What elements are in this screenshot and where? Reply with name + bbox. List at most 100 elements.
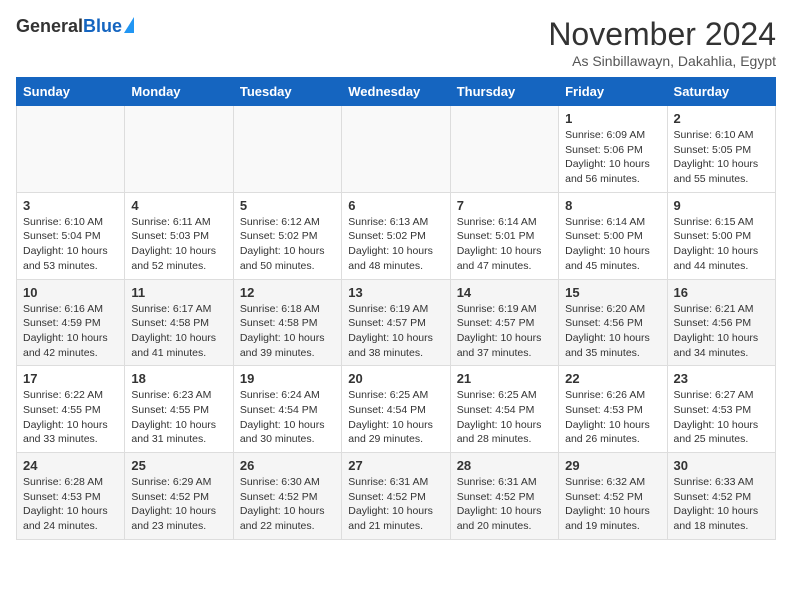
- day-number: 11: [131, 285, 226, 300]
- location-title: As Sinbillawayn, Dakahlia, Egypt: [548, 53, 776, 69]
- calendar-cell: 13Sunrise: 6:19 AMSunset: 4:57 PMDayligh…: [342, 279, 450, 366]
- day-number: 16: [674, 285, 769, 300]
- calendar-cell: 10 Sunrise: 6:16 AMSunset: 4:59 PMDayligh…: [17, 279, 125, 366]
- day-number: 1: [565, 111, 660, 126]
- cell-details: Sunrise: 6:32 AMSunset: 4:52 PMDaylight:…: [565, 475, 660, 534]
- calendar-cell: 9 Sunrise: 6:15 AMSunset: 5:00 PMDaylight…: [667, 192, 775, 279]
- calendar-week-row: 1 Sunrise: 6:09 AMSunset: 5:06 PMDaylight…: [17, 106, 776, 193]
- calendar-cell: 15 Sunrise: 6:20 AMSunset: 4:56 PMDayligh…: [559, 279, 667, 366]
- title-block: November 2024 As Sinbillawayn, Dakahlia,…: [548, 16, 776, 69]
- calendar-cell: 8Sunrise: 6:14 AMSunset: 5:00 PMDaylight…: [559, 192, 667, 279]
- calendar-header-thursday: Thursday: [450, 78, 558, 106]
- calendar-cell: [125, 106, 233, 193]
- day-number: 4: [131, 198, 226, 213]
- page-header: General Blue November 2024 As Sinbillawa…: [16, 16, 776, 69]
- calendar-cell: [17, 106, 125, 193]
- day-number: 2: [674, 111, 769, 126]
- day-number: 20: [348, 371, 443, 386]
- calendar-cell: 28Sunrise: 6:31 AMSunset: 4:52 PMDayligh…: [450, 453, 558, 540]
- calendar-cell: 22 Sunrise: 6:26 AMSunset: 4:53 PMDayligh…: [559, 366, 667, 453]
- cell-details: Sunrise: 6:20 AMSunset: 4:56 PMDaylight:…: [565, 302, 660, 361]
- day-number: 21: [457, 371, 552, 386]
- logo-blue-text: Blue: [83, 16, 122, 37]
- calendar-cell: 16 Sunrise: 6:21 AMSunset: 4:56 PMDayligh…: [667, 279, 775, 366]
- cell-details: Sunrise: 6:31 AMSunset: 4:52 PMDaylight:…: [457, 475, 552, 534]
- calendar-cell: 21Sunrise: 6:25 AMSunset: 4:54 PMDayligh…: [450, 366, 558, 453]
- calendar-header-saturday: Saturday: [667, 78, 775, 106]
- cell-details: Sunrise: 6:15 AMSunset: 5:00 PMDaylight:…: [674, 215, 769, 274]
- calendar-cell: 26Sunrise: 6:30 AMSunset: 4:52 PMDayligh…: [233, 453, 341, 540]
- day-number: 30: [674, 458, 769, 473]
- day-number: 26: [240, 458, 335, 473]
- cell-details: Sunrise: 6:16 AMSunset: 4:59 PMDaylight:…: [23, 302, 118, 361]
- cell-details: Sunrise: 6:31 AMSunset: 4:52 PMDaylight:…: [348, 475, 443, 534]
- calendar-cell: 14Sunrise: 6:19 AMSunset: 4:57 PMDayligh…: [450, 279, 558, 366]
- cell-details: Sunrise: 6:18 AMSunset: 4:58 PMDaylight:…: [240, 302, 335, 361]
- calendar-cell: 3 Sunrise: 6:10 AMSunset: 5:04 PMDaylight…: [17, 192, 125, 279]
- cell-details: Sunrise: 6:12 AMSunset: 5:02 PMDaylight:…: [240, 215, 335, 274]
- logo-triangle-icon: [124, 17, 134, 33]
- day-number: 24: [23, 458, 118, 473]
- cell-details: Sunrise: 6:10 AMSunset: 5:04 PMDaylight:…: [23, 215, 118, 274]
- calendar-cell: 18 Sunrise: 6:23 AMSunset: 4:55 PMDayligh…: [125, 366, 233, 453]
- calendar-cell: 7Sunrise: 6:14 AMSunset: 5:01 PMDaylight…: [450, 192, 558, 279]
- day-number: 18: [131, 371, 226, 386]
- calendar-header-wednesday: Wednesday: [342, 78, 450, 106]
- calendar-cell: 29 Sunrise: 6:32 AMSunset: 4:52 PMDayligh…: [559, 453, 667, 540]
- day-number: 25: [131, 458, 226, 473]
- calendar-week-row: 24 Sunrise: 6:28 AMSunset: 4:53 PMDayligh…: [17, 453, 776, 540]
- cell-details: Sunrise: 6:23 AMSunset: 4:55 PMDaylight:…: [131, 388, 226, 447]
- cell-details: Sunrise: 6:14 AMSunset: 5:01 PMDaylight:…: [457, 215, 552, 274]
- day-number: 3: [23, 198, 118, 213]
- day-number: 9: [674, 198, 769, 213]
- calendar-cell: 1 Sunrise: 6:09 AMSunset: 5:06 PMDaylight…: [559, 106, 667, 193]
- calendar-cell: 4 Sunrise: 6:11 AMSunset: 5:03 PMDaylight…: [125, 192, 233, 279]
- day-number: 12: [240, 285, 335, 300]
- calendar-week-row: 10 Sunrise: 6:16 AMSunset: 4:59 PMDayligh…: [17, 279, 776, 366]
- cell-details: Sunrise: 6:33 AMSunset: 4:52 PMDaylight:…: [674, 475, 769, 534]
- cell-details: Sunrise: 6:22 AMSunset: 4:55 PMDaylight:…: [23, 388, 118, 447]
- calendar-cell: 5Sunrise: 6:12 AMSunset: 5:02 PMDaylight…: [233, 192, 341, 279]
- logo-general-text: General: [16, 16, 83, 37]
- calendar-header-row: SundayMondayTuesdayWednesdayThursdayFrid…: [17, 78, 776, 106]
- cell-details: Sunrise: 6:28 AMSunset: 4:53 PMDaylight:…: [23, 475, 118, 534]
- cell-details: Sunrise: 6:17 AMSunset: 4:58 PMDaylight:…: [131, 302, 226, 361]
- month-title: November 2024: [548, 16, 776, 53]
- cell-details: Sunrise: 6:26 AMSunset: 4:53 PMDaylight:…: [565, 388, 660, 447]
- day-number: 23: [674, 371, 769, 386]
- calendar-cell: 24 Sunrise: 6:28 AMSunset: 4:53 PMDayligh…: [17, 453, 125, 540]
- calendar-week-row: 3 Sunrise: 6:10 AMSunset: 5:04 PMDaylight…: [17, 192, 776, 279]
- cell-details: Sunrise: 6:29 AMSunset: 4:52 PMDaylight:…: [131, 475, 226, 534]
- day-number: 8: [565, 198, 660, 213]
- calendar-cell: 6Sunrise: 6:13 AMSunset: 5:02 PMDaylight…: [342, 192, 450, 279]
- calendar-cell: 11 Sunrise: 6:17 AMSunset: 4:58 PMDayligh…: [125, 279, 233, 366]
- cell-details: Sunrise: 6:24 AMSunset: 4:54 PMDaylight:…: [240, 388, 335, 447]
- calendar-cell: 17Sunrise: 6:22 AMSunset: 4:55 PMDayligh…: [17, 366, 125, 453]
- calendar-header-tuesday: Tuesday: [233, 78, 341, 106]
- cell-details: Sunrise: 6:19 AMSunset: 4:57 PMDaylight:…: [348, 302, 443, 361]
- calendar-week-row: 17Sunrise: 6:22 AMSunset: 4:55 PMDayligh…: [17, 366, 776, 453]
- day-number: 15: [565, 285, 660, 300]
- calendar-header-friday: Friday: [559, 78, 667, 106]
- cell-details: Sunrise: 6:13 AMSunset: 5:02 PMDaylight:…: [348, 215, 443, 274]
- calendar-header-sunday: Sunday: [17, 78, 125, 106]
- calendar-cell: 19Sunrise: 6:24 AMSunset: 4:54 PMDayligh…: [233, 366, 341, 453]
- day-number: 27: [348, 458, 443, 473]
- calendar-cell: [233, 106, 341, 193]
- calendar-header-monday: Monday: [125, 78, 233, 106]
- calendar-cell: 27 Sunrise: 6:31 AMSunset: 4:52 PMDayligh…: [342, 453, 450, 540]
- day-number: 10: [23, 285, 118, 300]
- calendar-table: SundayMondayTuesdayWednesdayThursdayFrid…: [16, 77, 776, 540]
- cell-details: Sunrise: 6:21 AMSunset: 4:56 PMDaylight:…: [674, 302, 769, 361]
- calendar-cell: 12 Sunrise: 6:18 AMSunset: 4:58 PMDayligh…: [233, 279, 341, 366]
- cell-details: Sunrise: 6:09 AMSunset: 5:06 PMDaylight:…: [565, 128, 660, 187]
- cell-details: Sunrise: 6:27 AMSunset: 4:53 PMDaylight:…: [674, 388, 769, 447]
- calendar-cell: 25 Sunrise: 6:29 AMSunset: 4:52 PMDayligh…: [125, 453, 233, 540]
- cell-details: Sunrise: 6:10 AMSunset: 5:05 PMDaylight:…: [674, 128, 769, 187]
- cell-details: Sunrise: 6:25 AMSunset: 4:54 PMDaylight:…: [348, 388, 443, 447]
- calendar-cell: 30 Sunrise: 6:33 AMSunset: 4:52 PMDayligh…: [667, 453, 775, 540]
- cell-details: Sunrise: 6:11 AMSunset: 5:03 PMDaylight:…: [131, 215, 226, 274]
- calendar-cell: 23 Sunrise: 6:27 AMSunset: 4:53 PMDayligh…: [667, 366, 775, 453]
- day-number: 22: [565, 371, 660, 386]
- day-number: 29: [565, 458, 660, 473]
